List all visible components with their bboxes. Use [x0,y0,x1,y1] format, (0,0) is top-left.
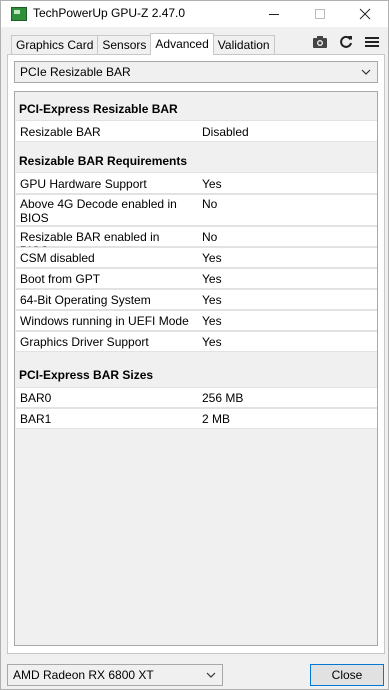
section-heading-requirements: Resizable BAR Requirements [19,154,188,168]
row-label: Boot from GPT [20,272,101,286]
menu-icon[interactable] [364,34,380,50]
title-bar[interactable]: TechPowerUp GPU-Z 2.47.0 [1,1,388,27]
minimize-icon [269,13,279,15]
row-label: Graphics Driver Support [20,335,149,349]
advanced-panel: PCIe Resizable BAR PCI-Express Resizable… [7,54,385,654]
list-item: Windows running in UEFI Mode Yes [16,310,377,331]
row-label: 64-Bit Operating System [20,293,151,307]
maximize-button[interactable] [297,1,343,27]
row-label: Windows running in UEFI Mode [20,314,189,328]
row-value: Yes [202,177,222,191]
row-label: Resizable BAR [20,125,101,139]
row-value: 256 MB [202,391,244,405]
minimize-button[interactable] [251,1,297,27]
chevron-down-icon [361,69,371,75]
list-item: Boot from GPT Yes [16,268,377,289]
close-window-button[interactable] [342,1,388,27]
row-value: No [202,230,218,244]
row-label: GPU Hardware Support [20,177,147,191]
list-item: GPU Hardware Support Yes [16,172,377,194]
list-item: Graphics Driver Support Yes [16,331,377,352]
list-item: Resizable BAR enabled in BIOS No [16,226,377,258]
section-dropdown-value: PCIe Resizable BAR [20,65,131,79]
row-value: No [202,197,218,211]
gpu-select-value: AMD Radeon RX 6800 XT [13,668,154,682]
tab-advanced[interactable]: Advanced [150,33,214,55]
section-heading-pcie-bar: PCI-Express Resizable BAR [19,102,178,116]
section-heading-bar-sizes: PCI-Express BAR Sizes [19,368,154,382]
window-title: TechPowerUp GPU-Z 2.47.0 [33,6,186,20]
row-label: Above 4G Decode enabled in BIOS [20,197,177,225]
row-value: Yes [202,251,222,265]
gpuz-app-icon [11,7,27,21]
row-value: Yes [202,335,222,349]
tab-sensors[interactable]: Sensors [97,35,152,55]
row-label: CSM disabled [20,251,95,265]
list-item: Resizable BAR Disabled [16,120,377,142]
list-item: Above 4G Decode enabled in BIOS No [16,194,377,226]
row-label: BAR0 [20,391,52,405]
refresh-icon[interactable] [338,34,354,50]
chevron-down-icon [206,672,216,678]
tab-strip: Graphics Card Sensors Advanced Validatio… [11,33,275,55]
list-item: CSM disabled Yes [16,247,377,268]
section-dropdown[interactable]: PCIe Resizable BAR [14,61,378,83]
tab-validation[interactable]: Validation [212,35,275,55]
list-item: BAR1 2 MB [16,408,377,429]
row-label: BAR1 [20,412,52,426]
maximize-icon [315,9,325,19]
list-item: BAR0 256 MB [16,387,377,408]
info-list[interactable]: PCI-Express Resizable BAR Resizable BAR … [14,91,378,646]
camera-icon[interactable] [312,34,328,50]
row-value: Yes [202,314,222,328]
row-value: Disabled [202,125,249,139]
close-icon [359,8,371,20]
row-value: Yes [202,293,222,307]
gpu-select-dropdown[interactable]: AMD Radeon RX 6800 XT [7,664,223,686]
toolbar [312,31,380,53]
row-value: 2 MB [202,412,231,426]
tab-graphics-card[interactable]: Graphics Card [11,35,99,55]
row-value: Yes [202,272,222,286]
gpuz-window: TechPowerUp GPU-Z 2.47.0 Graphics Card S… [0,0,389,690]
list-item: 64-Bit Operating System Yes [16,289,377,310]
close-button[interactable]: Close [310,664,384,686]
